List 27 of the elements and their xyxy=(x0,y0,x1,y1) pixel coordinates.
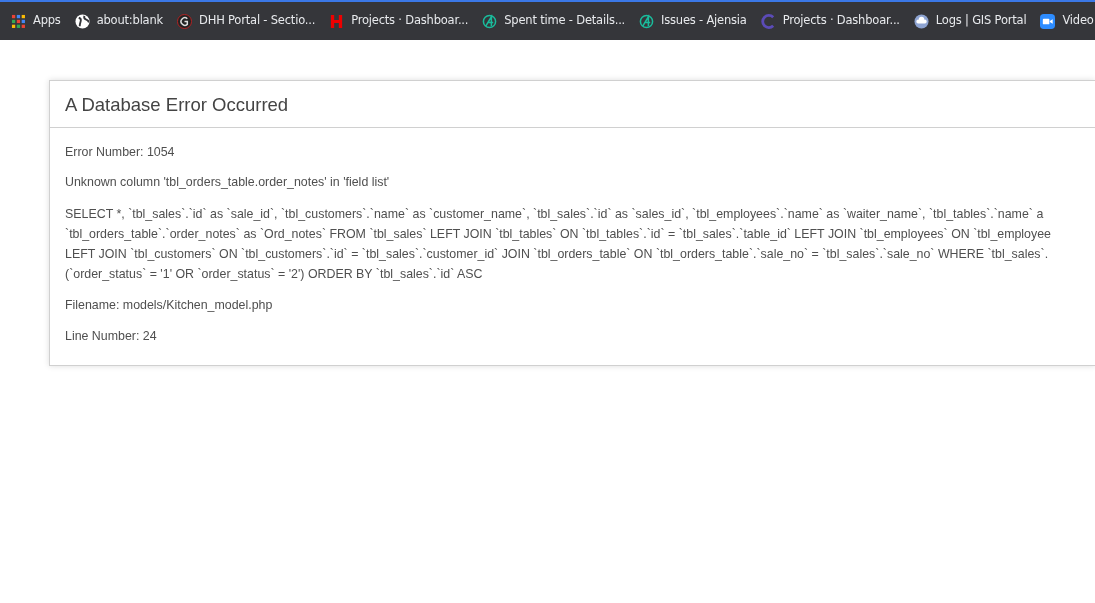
h-logo-icon xyxy=(329,13,345,29)
grid-icon xyxy=(11,13,26,29)
bookmark[interactable]: Logs | GIS Portal xyxy=(906,2,1034,40)
sql-query-line: SELECT *, `tbl_sales`.`id` as `sale_id`, `tbl_customers`.`name` as `customer_name`, `tbl_sales`.`id` as `sales_id`, `tbl_employees`.`name` as `waiter_name`, `tbl_tables`.`name` a xyxy=(65,205,1044,223)
error-line-number: Line Number: 24 xyxy=(65,327,158,345)
sql-query-line: (`order_status` = '1' OR `order_status` = '2') ORDER BY `tbl_sales`.`id` ASC xyxy=(65,265,483,283)
video-camera-icon xyxy=(1040,13,1056,29)
error-message: Unknown column 'tbl_orders_table.order_notes' in 'field list' xyxy=(65,174,391,192)
bookmark[interactable]: Apps xyxy=(4,2,68,40)
bookmark[interactable]: Video xyxy=(1033,2,1095,40)
bookmark[interactable]: Projects · Dashboar... xyxy=(753,2,907,40)
c-logo-icon xyxy=(760,13,776,29)
bookmark[interactable]: Issues - Ajensia xyxy=(632,2,754,40)
g-logo-icon xyxy=(177,13,193,29)
error-filename: Filename: models/Kitchen_model.php xyxy=(65,296,274,314)
bookmark[interactable]: about:blank xyxy=(67,2,171,40)
error-number: Error Number: 1054 xyxy=(65,143,176,161)
globe-icon xyxy=(74,13,90,29)
sql-query-line: LEFT JOIN `tbl_customers` ON `tbl_customers`.`id` = `tbl_sales`.`customer_id` JOIN `tbl_orders_table` ON `tbl_orders_table`.`sale_no` = `tbl_sales`.`sale_no` WHERE `tbl_sales`. xyxy=(65,245,1049,263)
bookmark[interactable]: DHH Portal - Sectio... xyxy=(170,2,323,40)
cloud-icon xyxy=(913,13,929,29)
a-logo-icon xyxy=(639,13,655,29)
bookmark[interactable]: Spent time - Details... xyxy=(475,2,633,40)
sql-query-line: `tbl_orders_table`.`order_notes` as `Ord_notes` FROM `tbl_sales` LEFT JOIN `tbl_tables` ON `tbl_tables`.`id` = `tbl_sales`.`table_id` LEFT JOIN `tbl_employees` ON `tbl_employee xyxy=(65,225,1051,243)
bookmark[interactable]: Projects · Dashboar... xyxy=(322,2,476,40)
error-title: A Database Error Occurred xyxy=(50,81,1095,128)
a-logo-icon xyxy=(482,13,498,29)
